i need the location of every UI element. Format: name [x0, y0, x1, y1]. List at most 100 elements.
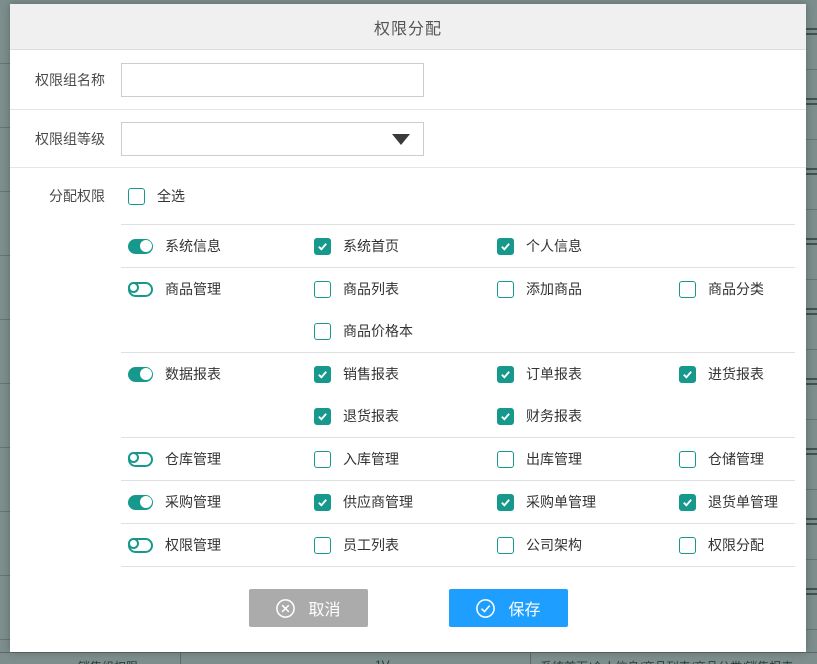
toggle-knob-icon	[128, 538, 139, 549]
background-row-text: 销售组权限	[78, 658, 138, 664]
permission-label: 订单报表	[526, 364, 582, 384]
group-name-input[interactable]	[121, 63, 424, 97]
permission-group-row: 仓库管理 入库管理 出库管理 仓储管理	[121, 437, 795, 480]
permission-item: 供应商管理	[307, 492, 490, 512]
permission-checkbox[interactable]	[314, 408, 331, 425]
permission-checkbox[interactable]	[497, 281, 514, 298]
permission-checkbox[interactable]	[314, 537, 331, 554]
check-icon	[682, 369, 693, 380]
group-name-row: 权限组名称	[10, 50, 806, 110]
permission-checkbox[interactable]	[679, 366, 696, 383]
group-toggle[interactable]	[128, 367, 153, 382]
permission-group-header: 商品管理	[121, 279, 307, 299]
group-toggle[interactable]	[128, 282, 153, 297]
group-name-label: 数据报表	[165, 364, 221, 384]
group-name-label: 商品管理	[165, 279, 221, 299]
toggle-knob-icon	[140, 240, 152, 252]
permission-checkbox[interactable]	[497, 537, 514, 554]
permission-label: 退货单管理	[708, 492, 778, 512]
permission-checkbox[interactable]	[679, 537, 696, 554]
group-name-label: 权限组名称	[10, 70, 105, 90]
dialog-header: 权限分配	[10, 4, 806, 50]
permission-item: 财务报表	[490, 406, 672, 426]
group-toggle[interactable]	[128, 239, 153, 254]
background-table-left-edge	[0, 0, 10, 664]
permission-group-header: 权限管理	[121, 535, 307, 555]
permission-item: 采购单管理	[490, 492, 672, 512]
permission-item: 权限分配	[672, 535, 795, 555]
permission-label: 采购单管理	[526, 492, 596, 512]
select-all-wrap: 全选	[128, 186, 185, 206]
permission-label: 财务报表	[526, 406, 582, 426]
permission-checkbox[interactable]	[314, 451, 331, 468]
select-all-checkbox[interactable]	[128, 188, 145, 205]
dialog-footer: 取消 保存	[10, 567, 806, 627]
group-name-label: 采购管理	[165, 492, 221, 512]
permission-item: 员工列表	[307, 535, 490, 555]
group-toggle[interactable]	[128, 452, 153, 467]
permission-checkbox[interactable]	[314, 323, 331, 340]
cancel-button[interactable]: 取消	[249, 589, 368, 627]
background-table-right-edge	[806, 0, 817, 664]
dropdown-caret-icon	[392, 134, 410, 145]
check-icon	[682, 497, 693, 508]
dialog-title: 权限分配	[374, 15, 442, 39]
group-name-label: 仓库管理	[165, 449, 221, 469]
group-level-label: 权限组等级	[10, 129, 105, 149]
permission-item: 仓储管理	[672, 449, 795, 469]
permission-item: 进货报表	[672, 364, 795, 384]
permission-group-header: 系统信息	[121, 236, 307, 256]
permission-label: 商品分类	[708, 279, 764, 299]
permission-group-header: 采购管理	[121, 492, 307, 512]
permission-checkbox[interactable]	[497, 366, 514, 383]
permission-checkbox[interactable]	[679, 451, 696, 468]
check-icon	[317, 497, 328, 508]
circle-check-icon	[475, 598, 496, 619]
permission-checkbox[interactable]	[497, 238, 514, 255]
permission-checkbox[interactable]	[497, 408, 514, 425]
permission-checkbox[interactable]	[679, 494, 696, 511]
permission-label: 销售报表	[343, 364, 399, 384]
permission-group-header: 数据报表	[121, 364, 307, 384]
permission-item: 商品列表	[307, 279, 490, 299]
permission-item: 添加商品	[490, 279, 672, 299]
permission-assign-dialog: 权限分配 权限组名称 权限组等级 分配权限 全选 系统信息 系统首页 个人信息商品管…	[10, 4, 806, 652]
permission-label: 个人信息	[526, 236, 582, 256]
check-icon	[500, 497, 511, 508]
check-icon	[317, 411, 328, 422]
permission-label: 员工列表	[343, 535, 399, 555]
assign-permissions-row: 分配权限 全选	[10, 168, 806, 224]
group-level-select[interactable]	[121, 122, 424, 156]
permission-checkbox[interactable]	[314, 366, 331, 383]
permission-list: 系统信息 系统首页 个人信息商品管理 商品列表添加商品 商品分类商品价格本数据报表 销售报…	[121, 224, 795, 567]
permission-item: 退货单管理	[672, 492, 795, 512]
permission-checkbox[interactable]	[314, 281, 331, 298]
permission-item: 出库管理	[490, 449, 672, 469]
permission-item: 入库管理	[307, 449, 490, 469]
permission-item: 个人信息	[490, 236, 672, 256]
toggle-knob-icon	[128, 452, 139, 463]
permission-item: 商品价格本	[307, 321, 490, 341]
group-name-label: 系统信息	[165, 236, 221, 256]
save-button[interactable]: 保存	[449, 589, 568, 627]
permission-checkbox[interactable]	[497, 494, 514, 511]
permission-checkbox[interactable]	[314, 494, 331, 511]
group-toggle[interactable]	[128, 495, 153, 510]
background-cell-border	[180, 653, 181, 664]
permission-label: 出库管理	[526, 449, 582, 469]
permission-item: 退货报表	[307, 406, 490, 426]
permission-label: 供应商管理	[343, 492, 413, 512]
permission-label: 公司架构	[526, 535, 582, 555]
permission-item: 商品分类	[672, 279, 795, 299]
permission-checkbox[interactable]	[679, 281, 696, 298]
permission-label: 权限分配	[708, 535, 764, 555]
cancel-button-label: 取消	[308, 596, 340, 620]
permission-item: 销售报表	[307, 364, 490, 384]
permission-checkbox[interactable]	[497, 451, 514, 468]
check-icon	[500, 411, 511, 422]
permission-group-row: 采购管理 供应商管理 采购单管理 退货单管理	[121, 480, 795, 523]
permission-item: 系统首页	[307, 236, 490, 256]
permission-checkbox[interactable]	[314, 238, 331, 255]
group-toggle[interactable]	[128, 538, 153, 553]
select-all-label: 全选	[157, 186, 185, 206]
